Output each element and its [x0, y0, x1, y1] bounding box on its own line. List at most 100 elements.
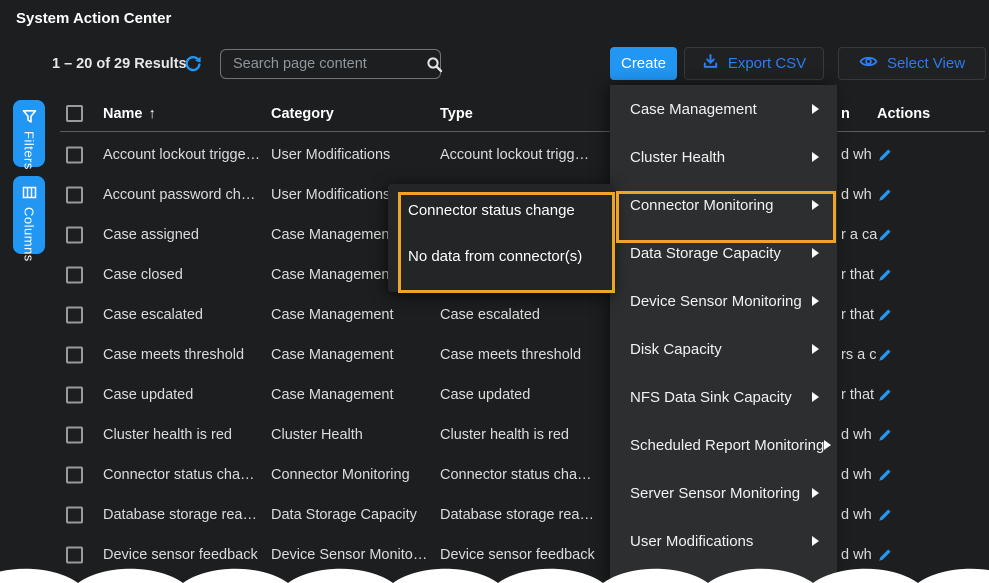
table-row: Case meets threshold Case Management Cas… — [0, 335, 989, 375]
row-type: Device sensor feedback — [440, 547, 595, 563]
table-row: Database storage rea… Data Storage Capac… — [0, 495, 989, 535]
submenu-arrow-icon — [812, 248, 819, 258]
connector-monitoring-submenu: Connector status change No data from con… — [388, 184, 612, 292]
edit-pencil-icon[interactable] — [877, 507, 893, 523]
row-name: Database storage rea… — [103, 507, 257, 523]
page-title: System Action Center — [16, 10, 171, 27]
row-description-fragment: r that — [841, 387, 874, 403]
select-all-checkbox[interactable] — [66, 105, 83, 122]
menu-item-scheduled-report-monitoring[interactable]: Scheduled Report Monitoring — [610, 421, 837, 469]
column-header-category[interactable]: Category — [271, 106, 334, 122]
submenu-arrow-icon — [812, 392, 819, 402]
download-icon — [702, 53, 719, 74]
edit-pencil-icon[interactable] — [877, 267, 893, 283]
table-row: Connector status cha… Connector Monitori… — [0, 455, 989, 495]
row-checkbox[interactable] — [66, 427, 83, 444]
edit-pencil-icon[interactable] — [877, 307, 893, 323]
row-name: Account lockout trigge… — [103, 147, 260, 163]
row-description-fragment: d wh — [841, 427, 872, 443]
row-type: Cluster health is red — [440, 427, 569, 443]
edit-pencil-icon[interactable] — [877, 427, 893, 443]
edit-pencil-icon[interactable] — [877, 467, 893, 483]
select-view-label: Select View — [887, 55, 965, 72]
row-description-fragment: r a ca — [841, 227, 877, 243]
column-header-name[interactable]: Name↑ — [103, 106, 156, 122]
edit-pencil-icon[interactable] — [877, 147, 893, 163]
export-csv-button[interactable]: Export CSV — [684, 47, 824, 80]
menu-item-case-management[interactable]: Case Management — [610, 85, 837, 133]
menu-item-data-storage-capacity[interactable]: Data Storage Capacity — [610, 229, 837, 277]
row-checkbox[interactable] — [66, 307, 83, 324]
edit-pencil-icon[interactable] — [877, 227, 893, 243]
row-name: Case meets threshold — [103, 347, 244, 363]
row-checkbox[interactable] — [66, 507, 83, 524]
table-row: Cluster health is red Cluster Health Clu… — [0, 415, 989, 455]
submenu-arrow-icon — [812, 296, 819, 306]
row-category: Data Storage Capacity — [271, 507, 417, 523]
select-view-button[interactable]: Select View — [838, 47, 986, 80]
row-checkbox[interactable] — [66, 267, 83, 284]
edit-pencil-icon[interactable] — [877, 347, 893, 363]
row-description-fragment: rs a c — [841, 347, 876, 363]
table-row: Case escalated Case Management Case esca… — [0, 295, 989, 335]
row-type: Account lockout trigg… — [440, 147, 589, 163]
refresh-icon — [184, 60, 202, 77]
column-header-type[interactable]: Type — [440, 106, 473, 122]
menu-item-disk-capacity[interactable]: Disk Capacity — [610, 325, 837, 373]
edit-pencil-icon[interactable] — [877, 547, 893, 563]
submenu-arrow-icon — [812, 344, 819, 354]
table-row: Account lockout trigge… User Modificatio… — [0, 135, 989, 175]
refresh-button[interactable] — [184, 55, 202, 73]
search-icon — [426, 56, 443, 73]
table-row: Device sensor feedback Device Sensor Mon… — [0, 535, 989, 575]
row-category: Case Management — [271, 387, 394, 403]
row-checkbox[interactable] — [66, 227, 83, 244]
row-description-fragment: d wh — [841, 467, 872, 483]
column-header-actions: Actions — [877, 106, 930, 122]
menu-item-device-sensor-monitoring[interactable]: Device Sensor Monitoring — [610, 277, 837, 325]
search-input[interactable] — [221, 56, 426, 72]
row-name: Case assigned — [103, 227, 199, 243]
row-type: Case escalated — [440, 307, 540, 323]
menu-item-user-modifications[interactable]: User Modifications — [610, 517, 837, 565]
edit-pencil-icon[interactable] — [877, 387, 893, 403]
menu-item-connector-monitoring[interactable]: Connector Monitoring — [610, 181, 837, 229]
row-checkbox[interactable] — [66, 147, 83, 164]
row-description-fragment: d wh — [841, 147, 872, 163]
row-checkbox[interactable] — [66, 467, 83, 484]
submenu-item-connector-status-change[interactable]: Connector status change — [388, 184, 612, 230]
submenu-arrow-icon — [812, 152, 819, 162]
menu-item-server-sensor-monitoring[interactable]: Server Sensor Monitoring — [610, 469, 837, 517]
row-checkbox[interactable] — [66, 347, 83, 364]
row-category: Case Management — [271, 347, 394, 363]
menu-item-cluster-health[interactable]: Cluster Health — [610, 133, 837, 181]
row-name: Connector status cha… — [103, 467, 255, 483]
submenu-arrow-icon — [812, 200, 819, 210]
row-description-fragment: d wh — [841, 187, 872, 203]
row-description-fragment: r that — [841, 267, 874, 283]
sort-ascending-icon: ↑ — [149, 106, 156, 122]
table-header: Name↑ Category Type n Actions — [0, 100, 989, 130]
row-name: Case updated — [103, 387, 193, 403]
edit-pencil-icon[interactable] — [877, 187, 893, 203]
menu-item-nfs-data-sink-capacity[interactable]: NFS Data Sink Capacity — [610, 373, 837, 421]
row-type: Case updated — [440, 387, 530, 403]
submenu-arrow-icon — [812, 536, 819, 546]
row-category: User Modifications — [271, 187, 390, 203]
row-description-fragment: d wh — [841, 507, 872, 523]
row-description-fragment: r that — [841, 307, 874, 323]
row-category: Connector Monitoring — [271, 467, 410, 483]
submenu-arrow-icon — [812, 104, 819, 114]
row-checkbox[interactable] — [66, 187, 83, 204]
row-type: Case meets threshold — [440, 347, 581, 363]
submenu-arrow-icon — [812, 488, 819, 498]
row-checkbox[interactable] — [66, 387, 83, 404]
create-button[interactable]: Create — [610, 47, 677, 80]
submenu-arrow-icon — [824, 440, 831, 450]
eye-icon — [859, 54, 878, 73]
table-row: Case updated Case Management Case update… — [0, 375, 989, 415]
search-box — [220, 49, 441, 79]
row-category: Device Sensor Monito… — [271, 547, 427, 563]
submenu-item-no-data-from-connectors[interactable]: No data from connector(s) — [388, 230, 612, 276]
row-checkbox[interactable] — [66, 547, 83, 564]
